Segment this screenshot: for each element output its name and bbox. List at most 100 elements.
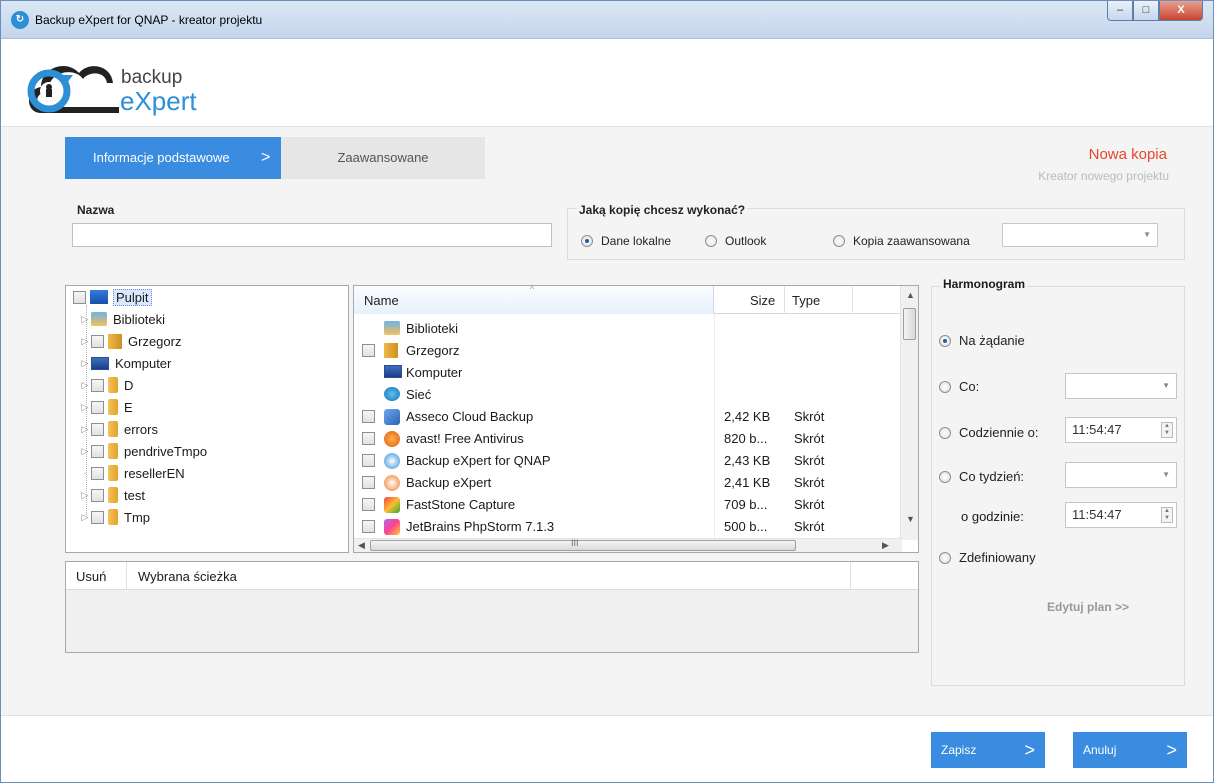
expand-arrow-icon[interactable]: ▷	[79, 336, 91, 347]
radio-local-data[interactable]: Dane lokalne	[581, 234, 671, 248]
tree-item-reselleren[interactable]: · resellerEN	[79, 463, 185, 483]
time-spinner-icon[interactable]: ▲ ▼	[1161, 422, 1173, 438]
checkbox[interactable]	[91, 334, 104, 348]
radio-advanced-copy-label: Kopia zaawansowana	[853, 234, 970, 248]
tree-item-e[interactable]: ▷ E	[79, 397, 133, 417]
expand-arrow-icon[interactable]: ▷	[79, 380, 91, 391]
list-item[interactable]: Backup eXpert for QNAP 2,43 KB Skrót	[354, 450, 900, 472]
scroll-right-icon[interactable]: ▶	[882, 540, 889, 551]
checkbox[interactable]	[362, 410, 375, 423]
edit-plan-link[interactable]: Edytuj plan >>	[1047, 600, 1129, 614]
expand-arrow-icon[interactable]: ▷	[79, 512, 91, 523]
list-item[interactable]: JetBrains PhpStorm 7.1.3 500 b... Skrót	[354, 516, 900, 538]
chevron-right-icon: >	[1024, 740, 1035, 760]
expand-arrow-icon[interactable]: ▷	[79, 314, 91, 325]
minimize-button[interactable]: ‒	[1107, 1, 1133, 21]
column-type[interactable]: Type	[792, 286, 820, 314]
file-type: Skrót	[794, 431, 825, 446]
tree-item-grzegorz[interactable]: ▷ Grzegorz	[79, 331, 181, 351]
horizontal-scrollbar[interactable]: ◀ III ▶	[354, 538, 902, 552]
scroll-up-icon[interactable]: ▲	[906, 290, 915, 300]
daily-time-input[interactable]: 11:54:47 ▲ ▼	[1065, 417, 1177, 443]
radio-advanced-copy[interactable]: Kopia zaawansowana	[833, 234, 970, 248]
step-basic-info-label: Informacje podstawowe	[93, 150, 230, 165]
checkbox[interactable]	[73, 290, 86, 304]
radio-every[interactable]: Co:	[939, 379, 979, 394]
column-remove[interactable]: Usuń	[76, 569, 106, 584]
column-name[interactable]: Name	[364, 286, 399, 314]
tree-item-errors[interactable]: ▷ errors	[79, 419, 158, 439]
title-bar[interactable]: ↻ Backup eXpert for QNAP - kreator proje…	[1, 1, 1213, 39]
file-list[interactable]: ^ Name Size Type Biblioteki Grzegorz Kom…	[353, 285, 919, 553]
tree-item-biblioteki[interactable]: ▷ Biblioteki	[79, 309, 166, 329]
time-spinner-icon[interactable]: ▲ ▼	[1161, 507, 1173, 523]
checkbox[interactable]	[91, 466, 104, 480]
expand-arrow-icon[interactable]: ▷	[79, 446, 91, 457]
checkbox[interactable]	[91, 422, 104, 436]
checkbox[interactable]	[362, 476, 375, 489]
radio-weekly[interactable]: Co tydzień:	[939, 469, 1024, 484]
column-size[interactable]: Size	[750, 286, 775, 314]
close-button[interactable]: X	[1159, 1, 1203, 21]
step-basic-info[interactable]: Informacje podstawowe >	[65, 137, 281, 179]
radio-on-demand[interactable]: Na żądanie	[939, 333, 1025, 348]
cancel-button[interactable]: Anuluj >	[1073, 732, 1187, 768]
scroll-left-icon[interactable]: ◀	[358, 540, 365, 551]
file-type: Skrót	[794, 453, 825, 468]
scroll-grip: III	[571, 538, 579, 548]
window-title: Backup eXpert for QNAP - kreator projekt…	[35, 13, 263, 27]
save-button[interactable]: Zapisz >	[931, 732, 1045, 768]
checkbox[interactable]	[91, 488, 104, 502]
tree-item-d[interactable]: ▷ D	[79, 375, 133, 395]
list-item[interactable]: FastStone Capture 709 b... Skrót	[354, 494, 900, 516]
checkbox[interactable]	[362, 498, 375, 511]
scroll-down-icon[interactable]: ▼	[906, 514, 915, 524]
radio-outlook[interactable]: Outlook	[705, 234, 766, 248]
list-item[interactable]: Biblioteki	[354, 318, 900, 340]
list-item[interactable]: Grzegorz	[354, 340, 900, 362]
list-item[interactable]: Asseco Cloud Backup 2,42 KB Skrót	[354, 406, 900, 428]
file-size: 2,43 KB	[724, 453, 771, 468]
checkbox[interactable]	[91, 444, 104, 458]
checkbox[interactable]	[91, 510, 104, 524]
list-item[interactable]: Sieć	[354, 384, 900, 406]
radio-daily[interactable]: Codziennie o:	[939, 425, 1039, 440]
checkbox[interactable]	[362, 432, 375, 445]
scroll-thumb[interactable]	[903, 308, 916, 340]
expand-arrow-icon[interactable]: ▷	[79, 490, 91, 501]
checkbox[interactable]	[362, 344, 375, 357]
cancel-button-label: Anuluj	[1083, 743, 1117, 757]
save-button-label: Zapisz	[941, 743, 977, 757]
list-item[interactable]: avast! Free Antivirus 820 b... Skrót	[354, 428, 900, 450]
advanced-copy-select[interactable]: ▼	[1002, 223, 1158, 247]
checkbox[interactable]	[91, 400, 104, 414]
tree-item-pendrivetmpo[interactable]: ▷ pendriveTmpo	[79, 441, 207, 461]
name-input[interactable]	[72, 223, 552, 247]
checkbox[interactable]	[91, 378, 104, 392]
tree-item-komputer[interactable]: ▷ Komputer	[79, 353, 172, 373]
expand-arrow-icon[interactable]: ▷	[79, 402, 91, 413]
weekly-time-input[interactable]: 11:54:47 ▲ ▼	[1065, 502, 1177, 528]
list-item[interactable]: Backup eXpert 2,41 KB Skrót	[354, 472, 900, 494]
step-advanced[interactable]: Zaawansowane	[281, 137, 485, 179]
expand-arrow-icon[interactable]: ▷	[79, 358, 91, 369]
checkbox[interactable]	[362, 520, 375, 533]
file-size: 709 b...	[724, 497, 768, 512]
selected-paths-table[interactable]: Usuń Wybrana ścieżka	[65, 561, 919, 653]
radio-unchecked-icon	[939, 380, 951, 393]
checkbox[interactable]	[362, 454, 375, 467]
tree-item-pulpit[interactable]: Pulpit	[73, 287, 152, 307]
column-selected-path[interactable]: Wybrana ścieżka	[138, 569, 237, 584]
expand-arrow-icon[interactable]: ▷	[79, 424, 91, 435]
scroll-thumb[interactable]: III	[370, 538, 796, 551]
maximize-button[interactable]: □	[1133, 1, 1159, 21]
radio-custom-label: Zdefiniowany	[959, 550, 1036, 565]
weekday-select[interactable]: ▼	[1065, 462, 1177, 488]
list-item[interactable]: Komputer	[354, 362, 900, 384]
tree-item-tmp[interactable]: ▷ Tmp	[79, 507, 150, 527]
tree-item-test[interactable]: ▷ test	[79, 485, 145, 505]
chevron-right-icon: >	[261, 149, 271, 166]
every-interval-select[interactable]: ▼	[1065, 373, 1177, 399]
radio-custom[interactable]: Zdefiniowany	[939, 550, 1036, 565]
vertical-scrollbar[interactable]: ▲ ▼	[900, 286, 918, 540]
